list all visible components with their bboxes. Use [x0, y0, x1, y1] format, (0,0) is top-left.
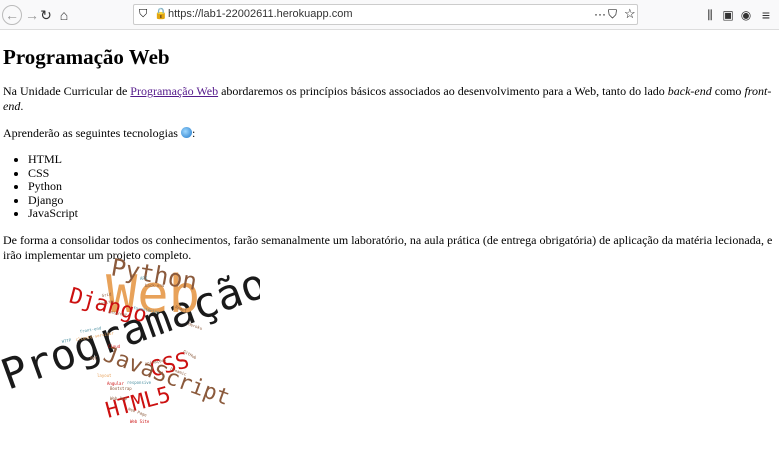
shield-icon[interactable]: ⛉: [139, 8, 147, 21]
technology-list: HTML CSS Python Django JavaScript: [3, 152, 775, 221]
reload-icon[interactable]: ↻: [36, 5, 56, 25]
list-item: CSS: [28, 166, 775, 181]
list-item: Python: [28, 179, 775, 194]
word-cloud-word: MVC: [90, 356, 98, 361]
word-cloud-word: Bootstrap: [110, 386, 132, 391]
colon: :: [191, 126, 196, 140]
browser-toolbar: ← → ↻ ⌂ ⛉ 🔒 https://lab1-22002611.heroku…: [0, 0, 779, 30]
list-item: Django: [28, 193, 775, 208]
lock-icon: 🔒: [154, 8, 168, 20]
account-icon[interactable]: ◉: [736, 5, 756, 25]
home-icon[interactable]: ⌂: [54, 5, 74, 25]
more-icon[interactable]: ···: [594, 7, 606, 21]
intro-text: abordaremos os princípios básicos associ…: [218, 84, 668, 98]
bookmark-star-icon[interactable]: ☆: [624, 6, 636, 22]
intro-text: .: [20, 99, 24, 113]
word-cloud-word: Web App: [110, 396, 127, 401]
list-item: HTML: [28, 152, 775, 167]
library-icon[interactable]: ⫼: [700, 5, 720, 25]
globe-icon: [180, 127, 192, 138]
pocket-icon[interactable]: ⛉: [608, 7, 617, 22]
word-cloud-word: responsive: [127, 380, 152, 385]
list-item: JavaScript: [28, 206, 775, 221]
url-text[interactable]: https://lab1-22002611.herokuapp.com: [168, 8, 352, 20]
intro-text: Na Unidade Curricular de: [3, 84, 131, 98]
menu-icon[interactable]: ≡: [756, 5, 776, 25]
word-cloud-word: back-end: [145, 283, 165, 288]
page-content: Programação Web Na Unidade Curricular de…: [0, 45, 779, 263]
word-cloud-word: Cloud: [108, 344, 121, 349]
back-icon[interactable]: ←: [2, 5, 22, 25]
tech-intro: Aprenderão as seguintes tecnologias :: [3, 126, 775, 141]
page-title: Programação Web: [3, 45, 170, 69]
intro-paragraph: Na Unidade Curricular de Programação Web…: [3, 84, 775, 114]
word-cloud-word: layout: [97, 373, 112, 378]
word-cloud-word: API: [140, 276, 148, 281]
tech-intro-text: Aprenderão as seguintes tecnologias: [3, 126, 181, 140]
intro-text: como: [711, 84, 745, 98]
word-cloud-word: Web Site: [130, 419, 150, 424]
url-bar[interactable]: ⛉ 🔒 https://lab1-22002611.herokuapp.com …: [133, 4, 638, 25]
sidebar-icon[interactable]: ▣: [718, 5, 738, 25]
back-end-text: back-end: [667, 84, 712, 98]
word-cloud-image: ProgramaçãoWebPythonDjangoCSSJavaScriptH…: [0, 253, 260, 424]
course-link[interactable]: Programação Web: [130, 84, 218, 98]
